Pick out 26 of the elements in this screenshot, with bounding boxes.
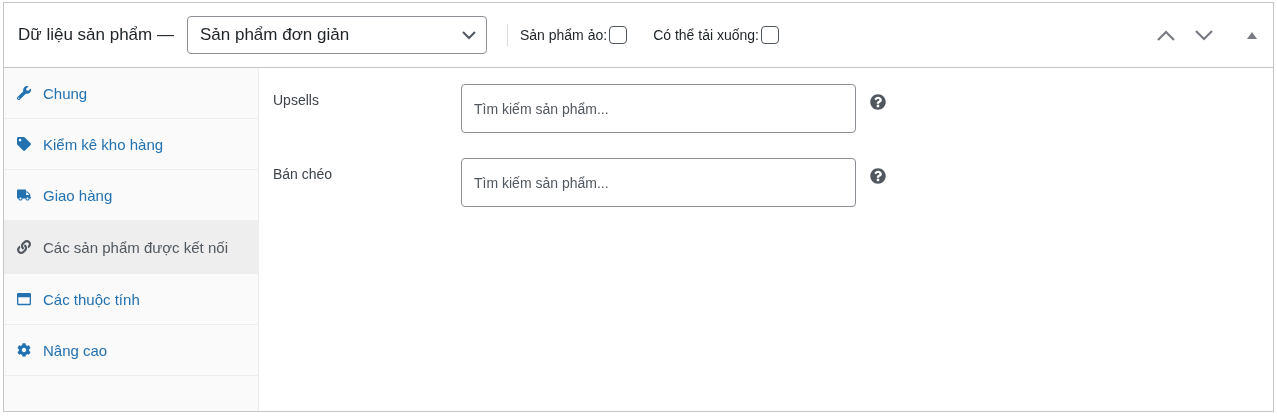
chevron-down-icon[interactable] [1195, 29, 1213, 41]
product-type-select[interactable]: Sản phẩm đơn giản [186, 16, 487, 54]
chevron-up-icon[interactable] [1157, 29, 1175, 41]
sidebar-tab[interactable]: Chung [4, 68, 258, 119]
sidebar-tab[interactable]: Các thuộc tính [4, 274, 258, 325]
option-label: Có thể tải xuống: [653, 27, 759, 43]
gear-icon [17, 343, 31, 357]
checkbox[interactable] [761, 26, 779, 44]
sidebar-tab[interactable]: Nâng cao [4, 325, 258, 376]
sidebar-tab[interactable]: Kiểm kê kho hàng [4, 119, 258, 170]
panel-title: Dữ liệu sản phẩm — [18, 25, 174, 45]
field-label: Bán chéo [273, 165, 334, 182]
sidebar-tab[interactable]: Các sản phẩm được kết nối [4, 221, 258, 274]
checkbox[interactable] [609, 26, 628, 44]
truck-icon [17, 188, 31, 202]
search-field[interactable]: Tìm kiếm sản phẩm... [461, 158, 856, 207]
option-label: Sản phẩm ảo: [519, 27, 608, 43]
help-icon[interactable] [870, 94, 886, 110]
chevron-down-icon [461, 30, 476, 40]
collapse-triangle-icon[interactable] [1247, 31, 1257, 39]
tag-icon [17, 137, 31, 151]
help-icon[interactable] [870, 168, 886, 184]
wrench-icon [17, 86, 31, 100]
search-field[interactable]: Tìm kiếm sản phẩm... [461, 84, 856, 133]
field-label: Upsells [273, 91, 320, 108]
link-icon [17, 240, 31, 254]
